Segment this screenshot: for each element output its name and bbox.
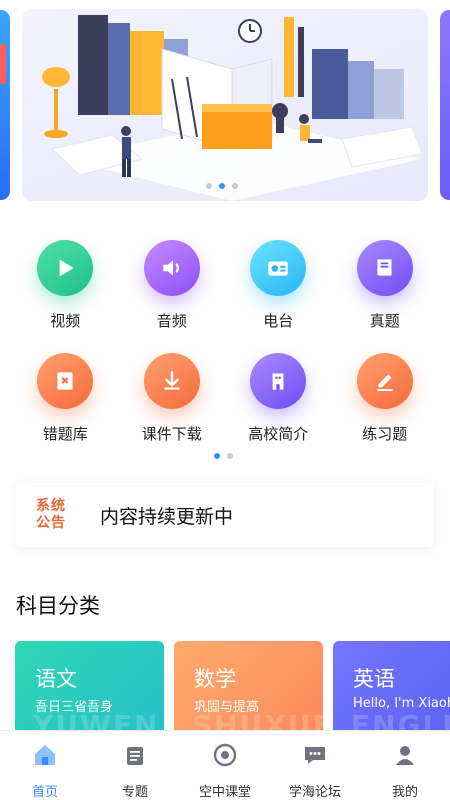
subject-card-english[interactable]: ENGLISH 英语 Hello, I'm Xiaohong (333, 641, 450, 733)
tab-item[interactable]: 专题 (90, 731, 180, 800)
chat-icon (301, 741, 329, 773)
section-title-subjects: 科目分类 (16, 594, 100, 618)
feature-item[interactable]: 课件下载 (119, 353, 226, 444)
feature-item[interactable]: 高校简介 (225, 353, 332, 444)
speaker-icon (143, 240, 200, 296)
feature-label: 课件下载 (141, 425, 202, 443)
bottom-tab-bar: 首页 专题 空中课堂 学海论坛 我的 (0, 730, 450, 800)
banner-dot[interactable] (206, 183, 212, 189)
feature-label: 音频 (156, 312, 187, 330)
banner-pagination (206, 183, 238, 189)
subject-card-math[interactable]: SHUXUE 数学 巩固与提高 (174, 641, 323, 733)
building-icon (250, 353, 307, 409)
tab-item[interactable]: 首页 (0, 731, 90, 800)
tab-label: 专题 (121, 785, 148, 800)
play-icon (37, 240, 94, 296)
subject-card-subtitle: 吾日三省吾身 (35, 700, 114, 715)
banner-peek-next[interactable] (440, 10, 450, 200)
subject-card-subtitle: 巩固与提高 (194, 700, 260, 715)
feature-label: 视频 (50, 312, 81, 330)
grid-dot[interactable] (214, 453, 220, 459)
feature-item[interactable]: 视频 (12, 240, 119, 331)
feature-label: 真题 (369, 312, 400, 330)
feature-label: 练习题 (362, 425, 408, 443)
tab-item[interactable]: 空中课堂 (180, 731, 270, 800)
subject-card-subtitle: Hello, I'm Xiaohong (353, 696, 450, 711)
disc-icon (211, 741, 239, 773)
tab-item[interactable]: 学海论坛 (270, 731, 360, 800)
system-notice[interactable]: 系统 公告 内容持续更新中 (16, 483, 434, 547)
feature-item[interactable]: 练习题 (332, 353, 439, 444)
banner-dot[interactable] (232, 183, 238, 189)
banner-dot[interactable] (219, 183, 225, 189)
notice-text: 内容持续更新中 (100, 505, 234, 528)
subject-card-title: 英语 (353, 667, 395, 691)
feature-label: 高校简介 (248, 425, 309, 443)
banner-peek-prev[interactable] (0, 10, 10, 200)
feature-item[interactable]: 真题 (332, 240, 439, 331)
subject-cards: YUWEN 语文 吾日三省吾身 SHUXUE 数学 巩固与提高 ENGLISH … (15, 641, 450, 733)
tab-label: 空中课堂 (198, 785, 251, 800)
notice-badge-line2: 公告 (36, 515, 66, 531)
tab-label: 首页 (31, 785, 58, 800)
feature-item[interactable]: 音频 (119, 240, 226, 331)
topics-icon (121, 741, 149, 773)
tab-label: 我的 (391, 785, 418, 800)
tab-item[interactable]: 我的 (360, 731, 450, 800)
grid-dot[interactable] (227, 453, 233, 459)
feature-label: 错题库 (42, 425, 88, 443)
subject-card-title: 语文 (35, 667, 77, 691)
download-icon (143, 353, 200, 409)
book-icon (356, 240, 413, 296)
notice-badge: 系统 公告 (36, 495, 78, 535)
feature-label: 电台 (263, 312, 294, 330)
subject-card-title: 数学 (194, 667, 236, 691)
banner-slide[interactable] (22, 9, 428, 201)
notice-badge-line1: 系统 (36, 498, 66, 514)
radio-icon (250, 240, 307, 296)
wrong-book-icon (37, 353, 94, 409)
banner-illustration (42, 15, 423, 201)
pencil-icon (356, 353, 413, 409)
subject-card-chinese[interactable]: YUWEN 语文 吾日三省吾身 (15, 641, 164, 733)
feature-grid: 视频 音频 电台 真题错题库 课件下载 高校简介 练习题 (12, 240, 438, 444)
grid-pagination (214, 453, 233, 459)
feature-item[interactable]: 错题库 (12, 353, 119, 444)
banner-carousel[interactable] (0, 0, 450, 208)
home-icon (31, 741, 59, 773)
tab-label: 学海论坛 (288, 785, 341, 800)
user-icon (391, 741, 419, 773)
feature-item[interactable]: 电台 (225, 240, 332, 331)
